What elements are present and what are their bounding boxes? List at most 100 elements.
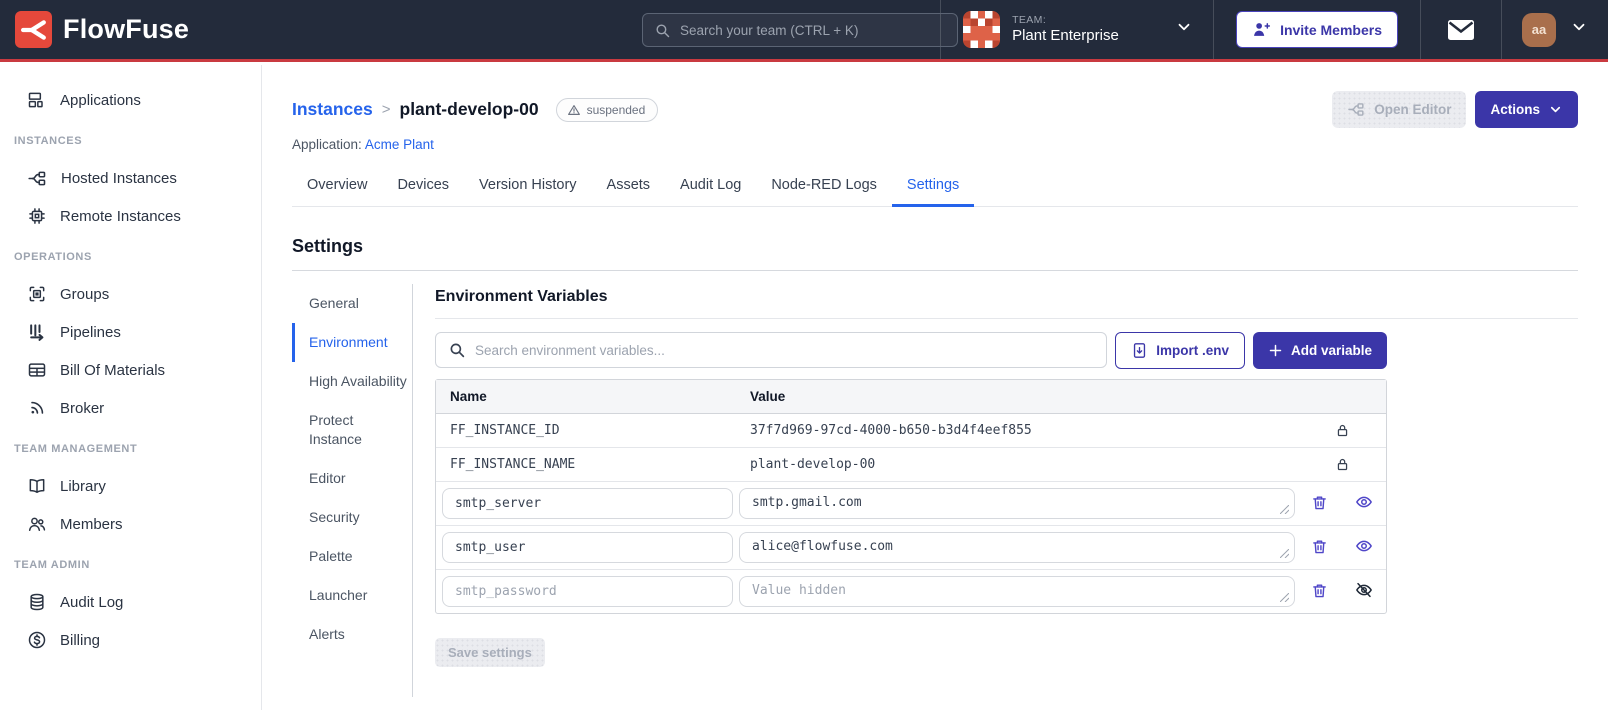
flowfuse-logo-icon bbox=[15, 11, 52, 48]
sidebar-item-groups[interactable]: Groups bbox=[0, 275, 261, 313]
sidebar: Applications INSTANCES Hosted Instances … bbox=[0, 65, 262, 710]
settings-nav-alerts[interactable]: Alerts bbox=[292, 615, 410, 654]
sidebar-item-pipelines[interactable]: Pipelines bbox=[0, 313, 261, 351]
team-avatar bbox=[963, 11, 1001, 48]
save-settings-button[interactable]: Save settings bbox=[435, 638, 545, 667]
tab-devices[interactable]: Devices bbox=[382, 167, 464, 207]
env-value-input[interactable] bbox=[739, 576, 1295, 607]
env-name-input[interactable] bbox=[442, 576, 733, 607]
sidebar-item-applications[interactable]: Applications bbox=[0, 81, 261, 119]
sidebar-item-library[interactable]: Library bbox=[0, 467, 261, 505]
sidebar-item-members[interactable]: Members bbox=[0, 505, 261, 543]
envelope-icon bbox=[1448, 19, 1474, 40]
breadcrumb: Instances > plant-develop-00 bbox=[292, 99, 539, 120]
settings-nav-protect-instance[interactable]: Protect Instance bbox=[292, 401, 410, 459]
team-search[interactable] bbox=[642, 13, 958, 47]
resize-grip[interactable] bbox=[1280, 593, 1289, 602]
settings-nav-high-availability[interactable]: High Availability bbox=[292, 362, 410, 401]
sidebar-item-label: Applications bbox=[60, 91, 141, 109]
sidebar-item-label: Groups bbox=[60, 285, 110, 303]
invite-members-button[interactable]: Invite Members bbox=[1236, 11, 1398, 48]
trash-icon bbox=[1313, 539, 1327, 553]
team-name: Plant Enterprise bbox=[1012, 26, 1119, 44]
env-name: FF_INSTANCE_NAME bbox=[450, 457, 576, 472]
settings-nav-editor[interactable]: Editor bbox=[292, 459, 410, 498]
table-row: alice@flowfuse.com bbox=[436, 526, 1386, 570]
table-icon bbox=[28, 363, 46, 377]
sidebar-item-audit-log[interactable]: Audit Log bbox=[0, 583, 261, 621]
table-row: FF_INSTANCE_ID 37f7d969-97cd-4000-b650-b… bbox=[436, 414, 1386, 448]
lock-icon bbox=[1337, 458, 1347, 471]
open-editor-button[interactable]: Open Editor bbox=[1332, 91, 1467, 128]
applications-icon bbox=[28, 92, 43, 108]
tab-settings[interactable]: Settings bbox=[891, 167, 975, 207]
editor-icon bbox=[1348, 103, 1364, 116]
column-header-value: Value bbox=[750, 389, 786, 404]
broadcast-icon bbox=[31, 401, 44, 414]
add-variable-label: Add variable bbox=[1290, 343, 1372, 358]
env-value-input[interactable]: alice@flowfuse.com bbox=[739, 532, 1295, 563]
env-value-input[interactable]: smtp.gmail.com bbox=[739, 488, 1295, 519]
column-header-name: Name bbox=[450, 389, 487, 404]
env-search[interactable] bbox=[435, 332, 1108, 368]
delete-variable-button[interactable] bbox=[1309, 492, 1330, 516]
sidebar-item-billing[interactable]: Billing bbox=[0, 621, 261, 659]
section-title: Environment Variables bbox=[435, 284, 1578, 319]
tab-audit-log[interactable]: Audit Log bbox=[665, 167, 756, 207]
tab-version-history[interactable]: Version History bbox=[464, 167, 592, 207]
sidebar-item-broker[interactable]: Broker bbox=[0, 389, 261, 427]
import-env-label: Import .env bbox=[1156, 343, 1229, 358]
search-icon bbox=[656, 23, 670, 37]
plus-icon bbox=[1269, 344, 1282, 357]
tab-assets[interactable]: Assets bbox=[592, 167, 666, 207]
team-search-input[interactable] bbox=[680, 22, 946, 38]
notifications-button[interactable] bbox=[1421, 0, 1501, 59]
env-search-input[interactable] bbox=[475, 342, 1095, 358]
show-value-button[interactable] bbox=[1353, 491, 1375, 516]
sidebar-item-bill-of-materials[interactable]: Bill Of Materials bbox=[0, 351, 261, 389]
resize-grip[interactable] bbox=[1280, 505, 1289, 514]
import-env-button[interactable]: Import .env bbox=[1115, 332, 1245, 369]
application-label: Application: bbox=[292, 137, 362, 152]
settings-nav-security[interactable]: Security bbox=[292, 498, 410, 537]
env-name: FF_INSTANCE_ID bbox=[450, 423, 560, 438]
breadcrumb-instances-link[interactable]: Instances bbox=[292, 99, 373, 120]
settings-nav-palette[interactable]: Palette bbox=[292, 537, 410, 576]
user-menu[interactable]: aa bbox=[1502, 0, 1608, 59]
tab-overview[interactable]: Overview bbox=[292, 167, 382, 207]
show-value-button[interactable] bbox=[1353, 535, 1375, 560]
save-settings-label: Save settings bbox=[448, 645, 532, 660]
person-plus-icon bbox=[1254, 23, 1271, 36]
sidebar-item-remote-instances[interactable]: Remote Instances bbox=[0, 197, 261, 235]
settings-nav-launcher[interactable]: Launcher bbox=[292, 576, 410, 615]
breadcrumb-separator: > bbox=[381, 101, 391, 118]
settings-nav-environment[interactable]: Environment bbox=[292, 323, 410, 362]
settings-nav-general[interactable]: General bbox=[292, 284, 410, 323]
resize-grip[interactable] bbox=[1280, 549, 1289, 558]
sidebar-item-label: Hosted Instances bbox=[61, 169, 177, 187]
eye-icon bbox=[1355, 496, 1372, 508]
tab-node-red-logs[interactable]: Node-RED Logs bbox=[756, 167, 892, 207]
chevron-down-icon bbox=[1570, 18, 1588, 41]
instance-name: plant-develop-00 bbox=[399, 99, 539, 119]
user-avatar: aa bbox=[1522, 12, 1556, 47]
env-name-input[interactable] bbox=[442, 532, 733, 563]
application-link[interactable]: Acme Plant bbox=[365, 137, 434, 152]
sidebar-section-instances: INSTANCES bbox=[14, 135, 83, 147]
delete-variable-button[interactable] bbox=[1309, 580, 1330, 604]
sidebar-item-label: Audit Log bbox=[60, 593, 124, 611]
team-switcher[interactable]: TEAM: Plant Enterprise bbox=[941, 0, 1213, 59]
env-name-input[interactable] bbox=[442, 488, 733, 519]
open-editor-label: Open Editor bbox=[1374, 102, 1452, 117]
add-variable-button[interactable]: Add variable bbox=[1252, 332, 1387, 369]
delete-variable-button[interactable] bbox=[1309, 536, 1330, 560]
hide-value-button[interactable] bbox=[1353, 579, 1375, 604]
eye-off-icon bbox=[1355, 582, 1372, 598]
sidebar-item-label: Library bbox=[60, 477, 106, 495]
actions-button[interactable]: Actions bbox=[1475, 91, 1578, 128]
status-badge-label: suspended bbox=[586, 102, 646, 117]
env-table: Name Value FF_INSTANCE_ID 37f7d969-97cd-… bbox=[435, 379, 1387, 614]
warning-icon bbox=[567, 104, 580, 115]
sidebar-item-hosted-instances[interactable]: Hosted Instances bbox=[0, 159, 261, 197]
sidebar-section-team-admin: TEAM ADMIN bbox=[14, 559, 90, 571]
